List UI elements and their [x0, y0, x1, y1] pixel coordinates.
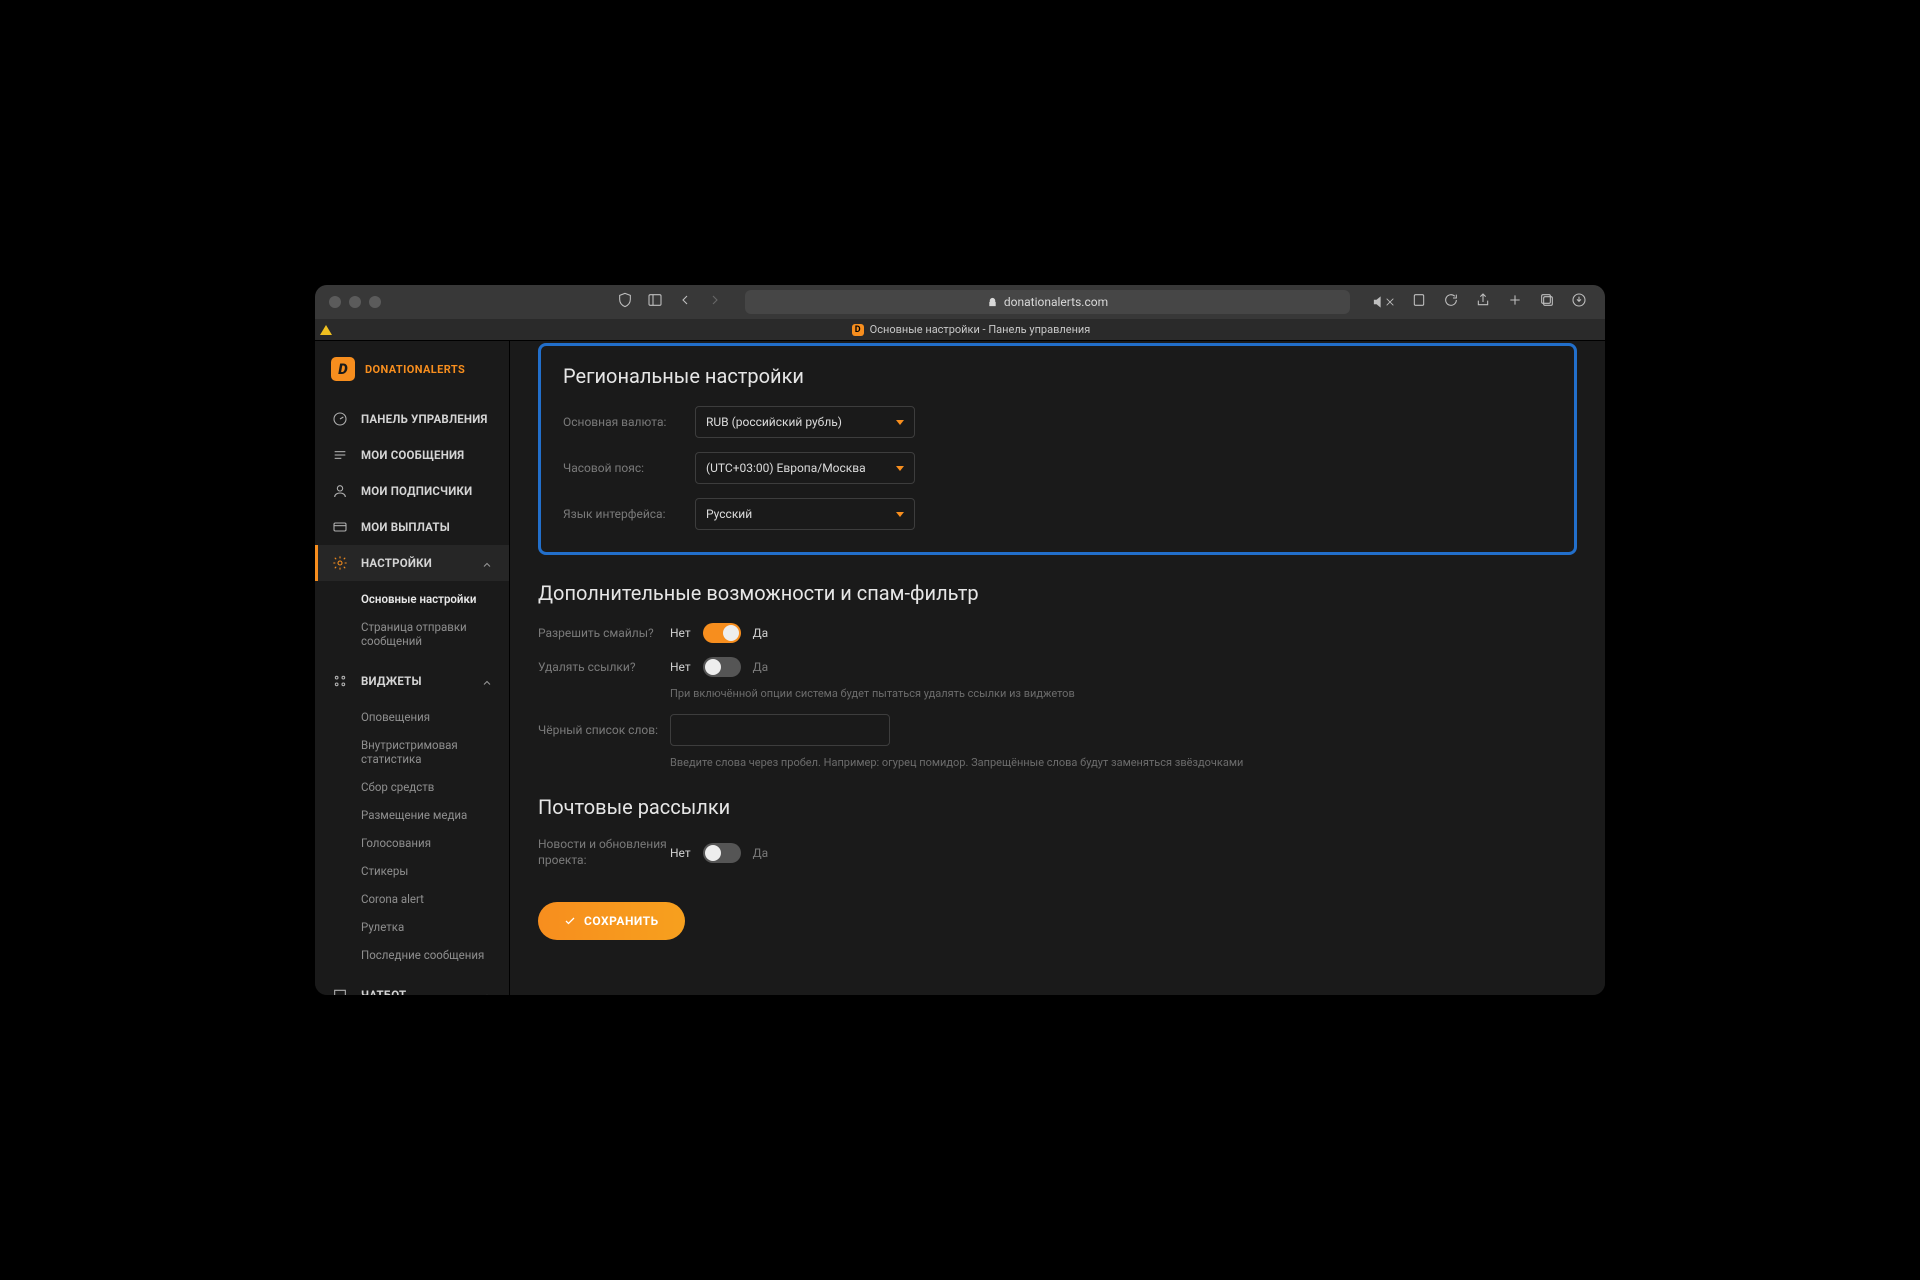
blacklist-label: Чёрный список слов:: [538, 723, 670, 737]
card-icon: [331, 518, 349, 536]
nav-dashboard[interactable]: ПАНЕЛЬ УПРАВЛЕНИЯ: [315, 401, 509, 437]
downloads-icon[interactable]: [1571, 292, 1587, 312]
titlebar: donationalerts.com: [315, 285, 1605, 319]
nav-messages[interactable]: МОИ СООБЩЕНИЯ: [315, 437, 509, 473]
shield-icon[interactable]: [617, 292, 633, 312]
widgets-subnav: Оповещения Внутристримовая статистика Сб…: [315, 699, 509, 977]
tabs-icon[interactable]: [1539, 292, 1555, 312]
nav-settings[interactable]: НАСТРОЙКИ: [315, 545, 509, 581]
toggle-yes: Да: [753, 660, 769, 674]
content: Региональные настройки Основная валюта: …: [510, 341, 1605, 995]
url-bar[interactable]: donationalerts.com: [745, 290, 1350, 314]
links-toggle[interactable]: [703, 657, 741, 677]
drive-icon: [320, 325, 332, 335]
extra-section: Дополнительные возможности и спам-фильтр…: [538, 581, 1577, 769]
mail-title: Почтовые рассылки: [538, 795, 1577, 819]
toggle-yes: Да: [753, 626, 769, 640]
language-label: Язык интерфейса:: [563, 507, 695, 521]
currency-label: Основная валюта:: [563, 415, 695, 429]
nav-label: МОИ ВЫПЛАТЫ: [361, 520, 450, 534]
nav-payouts[interactable]: МОИ ВЫПЛАТЫ: [315, 509, 509, 545]
subnav-main-settings[interactable]: Основные настройки: [315, 585, 509, 613]
nav-label: НАСТРОЙКИ: [361, 556, 432, 570]
settings-subnav: Основные настройки Страница отправки соо…: [315, 581, 509, 663]
nav-forward-icon[interactable]: [707, 292, 723, 312]
nav-subscribers[interactable]: МОИ ПОДПИСЧИКИ: [315, 473, 509, 509]
chevron-up-icon: [481, 674, 493, 689]
zoom-window-icon[interactable]: [369, 296, 381, 308]
tab-strip: D Основные настройки - Панель управления: [315, 319, 1605, 341]
subnav-intra-stats[interactable]: Внутристримовая статистика: [315, 731, 509, 773]
nav-widgets[interactable]: ВИДЖЕТЫ: [315, 663, 509, 699]
sidebar-toggle-icon[interactable]: [647, 292, 663, 312]
language-select[interactable]: Русский: [695, 498, 915, 530]
brand-logo-icon: D: [331, 357, 355, 381]
smiles-toggle[interactable]: [703, 623, 741, 643]
nav-chatbot[interactable]: ЧАТБОТ: [315, 977, 509, 995]
subnav-send-page[interactable]: Страница отправки сообщений: [315, 613, 509, 655]
grid-icon: [331, 672, 349, 690]
nav-back-icon[interactable]: [677, 292, 693, 312]
nav-label: ВИДЖЕТЫ: [361, 674, 422, 688]
check-icon: [564, 915, 576, 927]
timezone-label: Часовой пояс:: [563, 461, 695, 475]
person-icon: [331, 482, 349, 500]
brand[interactable]: D DONATIONALERTS: [315, 341, 509, 401]
app: D DONATIONALERTS ПАНЕЛЬ УПРАВЛЕНИЯ МОИ С…: [315, 341, 1605, 995]
smiles-label: Разрешить смайлы?: [538, 626, 670, 640]
subnav-votes[interactable]: Голосования: [315, 829, 509, 857]
links-hint: При включённой опции система будет пытат…: [670, 687, 1577, 700]
links-label: Удалять ссылки?: [538, 660, 670, 674]
traffic-lights[interactable]: [329, 296, 381, 308]
nav-label: МОИ ПОДПИСЧИКИ: [361, 484, 472, 498]
mail-section: Почтовые рассылки Новости и обновления п…: [538, 795, 1577, 868]
currency-select[interactable]: RUB (российский рубль): [695, 406, 915, 438]
dashboard-icon: [331, 410, 349, 428]
blacklist-input[interactable]: [670, 714, 890, 746]
brand-name: DONATIONALERTS: [365, 363, 465, 376]
new-tab-icon[interactable]: [1507, 292, 1523, 312]
save-button[interactable]: СОХРАНИТЬ: [538, 902, 685, 940]
nav-label: МОИ СООБЩЕНИЯ: [361, 448, 464, 462]
subnav-alerts[interactable]: Оповещения: [315, 703, 509, 731]
regional-settings-panel: Региональные настройки Основная валюта: …: [538, 343, 1577, 555]
subnav-recent[interactable]: Последние сообщения: [315, 941, 509, 969]
chevron-up-icon: [481, 556, 493, 571]
toggle-yes: Да: [753, 846, 769, 860]
news-toggle[interactable]: [703, 843, 741, 863]
messages-icon: [331, 446, 349, 464]
to--no: Нет: [670, 660, 691, 674]
subnav-corona[interactable]: Corona alert: [315, 885, 509, 913]
subnav-media[interactable]: Размещение медиа: [315, 801, 509, 829]
gear-icon: [331, 554, 349, 572]
chat-icon: [331, 986, 349, 995]
site-favicon-icon: D: [852, 324, 864, 336]
toggle-no: Нет: [670, 626, 691, 640]
toggle-no: Нет: [670, 846, 691, 860]
mute-icon[interactable]: [1372, 295, 1395, 309]
timezone-select[interactable]: (UTC+03:00) Европа/Москва: [695, 452, 915, 484]
tab-title[interactable]: D Основные настройки - Панель управления: [337, 323, 1605, 336]
subnav-fundraising[interactable]: Сбор средств: [315, 773, 509, 801]
lock-icon: [987, 297, 998, 308]
reload-icon[interactable]: [1443, 292, 1459, 312]
url-host: donationalerts.com: [1004, 295, 1108, 309]
close-window-icon[interactable]: [329, 296, 341, 308]
save-label: СОХРАНИТЬ: [584, 914, 659, 928]
sidebar: D DONATIONALERTS ПАНЕЛЬ УПРАВЛЕНИЯ МОИ С…: [315, 341, 510, 995]
subnav-roulette[interactable]: Рулетка: [315, 913, 509, 941]
reader-icon[interactable]: [1411, 292, 1427, 312]
minimize-window-icon[interactable]: [349, 296, 361, 308]
blacklist-hint: Введите слова через пробел. Например: ог…: [670, 756, 1577, 769]
news-label: Новости и обновления проекта:: [538, 837, 670, 868]
regional-title: Региональные настройки: [563, 364, 1552, 388]
pinned-tab-drive[interactable]: [315, 319, 337, 341]
subnav-stickers[interactable]: Стикеры: [315, 857, 509, 885]
chevron-up-icon: [481, 988, 493, 996]
share-icon[interactable]: [1475, 292, 1491, 312]
extra-title: Дополнительные возможности и спам-фильтр: [538, 581, 1577, 605]
nav-label: ЧАТБОТ: [361, 988, 406, 995]
nav-label: ПАНЕЛЬ УПРАВЛЕНИЯ: [361, 412, 488, 426]
browser-window: donationalerts.com D Основные настройки …: [315, 285, 1605, 995]
